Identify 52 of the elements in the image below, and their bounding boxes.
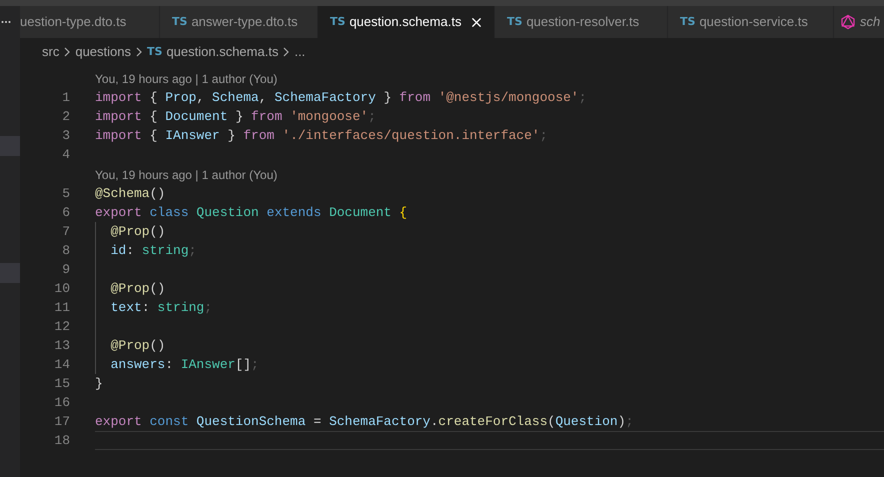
editor-tab[interactable]: TS question-resolver.ts <box>495 6 668 38</box>
line-number: 8 <box>61 242 70 260</box>
code-line: import { Prop, Schema, SchemaFactory } from '@nestjs/mongoose'; <box>95 88 587 107</box>
code-line: export const QuestionSchema = SchemaFactory.createForClass(Question); <box>95 412 634 431</box>
line-number: 6 <box>61 204 70 222</box>
code-line: @Schema() <box>95 184 166 203</box>
editor-tab[interactable]: TS question.schema.ts <box>318 6 495 38</box>
line-number: 3 <box>61 126 70 145</box>
line-number: 18 <box>53 432 70 450</box>
code-line: @Prop() <box>110 336 166 355</box>
chevron-icon <box>135 47 143 57</box>
hexagon-logo-icon <box>840 14 856 30</box>
breadcrumb-item[interactable]: questions <box>75 42 131 62</box>
line-number: 12 <box>53 318 70 336</box>
code-line: text: string; <box>110 298 212 317</box>
code-line: answers: IAnswer[]; <box>110 356 259 374</box>
breadcrumb-item[interactable]: src <box>42 42 60 62</box>
line-number: 9 <box>61 260 70 279</box>
editor-tab[interactable]: TS answer-type.dto.ts <box>160 6 318 38</box>
line-number: 5 <box>61 184 70 203</box>
code-line: id: string; <box>110 242 196 260</box>
line-number: 7 <box>61 222 70 241</box>
code-line: } <box>95 374 103 393</box>
line-number: 16 <box>53 394 70 412</box>
line-number: 14 <box>53 356 70 374</box>
editor-tab[interactable]: uestion-type.dto.ts <box>20 6 160 38</box>
line-number: 15 <box>53 374 70 393</box>
code-line: export class Question extends Document { <box>95 204 408 222</box>
typescript-label: TS <box>680 14 696 30</box>
chevron-icon <box>63 47 72 57</box>
typescript-label: TS <box>172 14 188 30</box>
line-number: 17 <box>53 412 70 431</box>
code-line: import { Document } from 'mongoose'; <box>95 108 376 126</box>
typescript-label: TS <box>507 14 522 30</box>
typescript-label: TS <box>330 14 346 30</box>
codelens-annotation[interactable]: You, 19 hours ago | 1 author (You) <box>95 166 278 184</box>
code-line: @Prop() <box>110 280 166 298</box>
code-line: @Prop() <box>110 222 166 241</box>
chevron-icon <box>282 47 290 57</box>
editor-tab[interactable]: TS question-service.ts <box>668 6 834 38</box>
editor-tab[interactable]: sch <box>834 6 884 38</box>
line-number: 2 <box>61 108 70 126</box>
breadcrumb-item[interactable]: ... <box>294 42 306 62</box>
codelens-annotation[interactable]: You, 19 hours ago | 1 author (You) <box>95 70 278 88</box>
line-number: 11 <box>53 298 70 317</box>
code-line: import { IAnswer } from './interfaces/question.interface'; <box>95 126 548 145</box>
line-number: 10 <box>53 280 70 298</box>
typescript-label: TS <box>147 44 162 60</box>
line-number: 4 <box>61 146 70 164</box>
line-number: 1 <box>61 88 70 107</box>
breadcrumb-item[interactable]: question.schema.ts <box>166 42 278 62</box>
line-number: 13 <box>53 336 70 355</box>
